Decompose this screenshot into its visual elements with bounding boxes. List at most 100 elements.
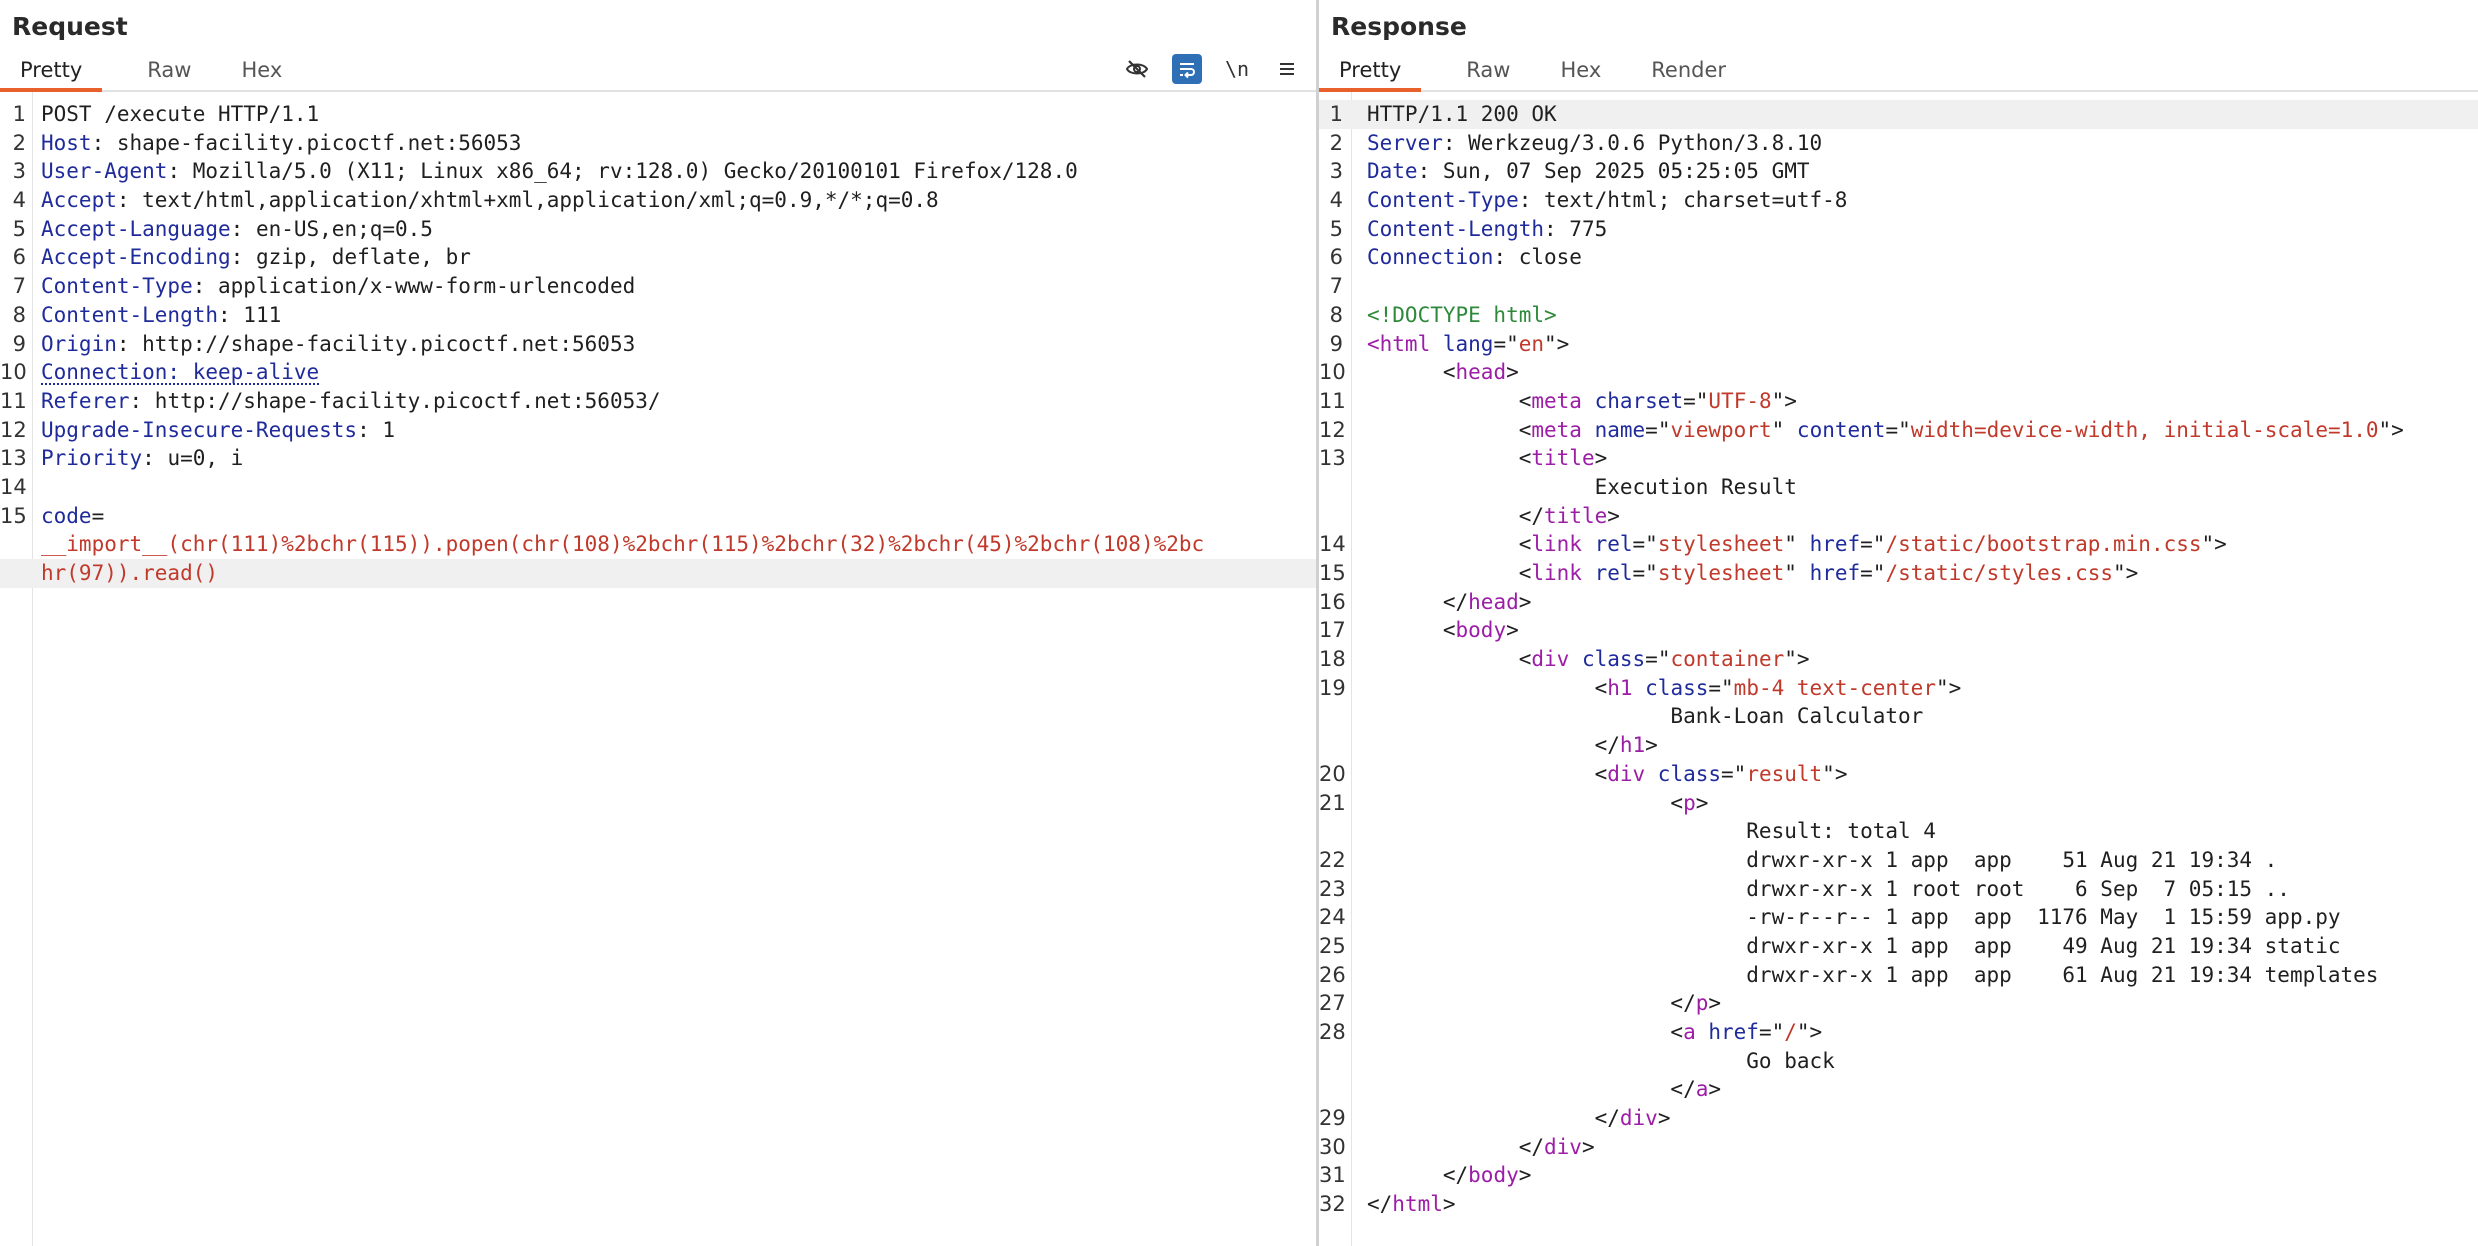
code-token: " (1784, 561, 1797, 585)
code-token: /static/bootstrap.min.css (1885, 532, 2202, 557)
code-token: body (1468, 1163, 1519, 1188)
line-number: 23 (1319, 876, 1346, 901)
line-number: 24 (1319, 905, 1346, 930)
line-text: <link rel="stylesheet" href="/static/sty… (1367, 559, 2139, 588)
code-token: > (1708, 1077, 1722, 1102)
response-tab-hex[interactable]: Hex (1560, 58, 1601, 90)
line-text: -rw-r--r-- 1 app app 1176 May 1 15:59 ap… (1367, 903, 2341, 932)
code-token: html (1392, 1192, 1443, 1217)
code-token: Connection: keep-alive (41, 360, 320, 385)
code-token: Priority (41, 446, 143, 471)
response-code-line: </title> (1319, 502, 2478, 531)
response-code-line: 19 <h1 class="mb-4 text-center"> (1319, 674, 2478, 703)
code-token: < (1367, 388, 1532, 413)
code-token: </ (1367, 503, 1545, 528)
show-newlines-icon[interactable]: \n (1222, 54, 1252, 84)
line-text: drwxr-xr-x 1 root root 6 Sep 7 05:15 .. (1367, 875, 2290, 904)
hide-eye-slash-icon[interactable] (1122, 54, 1152, 84)
request-tab-hex[interactable]: Hex (241, 58, 282, 90)
request-code-line: 2 Host: shape-facility.picoctf.net:56053 (0, 129, 1316, 158)
code-token: -rw-r--r-- 1 app app 1176 May 1 15:59 ap… (1367, 905, 2341, 930)
code-token: : Mozilla/5.0 (X11; Linux x86_64; rv:128… (167, 159, 1078, 184)
code-token: <html (1367, 331, 1431, 356)
line-number: 20 (1319, 761, 1346, 786)
code-token: a (1683, 1020, 1696, 1044)
line-number: 22 (1319, 847, 1346, 872)
code-token: stylesheet (1657, 532, 1785, 557)
line-text: Connection: close (1367, 243, 1582, 272)
code-token: UTF-8 (1708, 388, 1772, 413)
code-token: : Werkzeug/3.0.6 Python/3.8.10 (1442, 130, 1823, 155)
line-text: Content-Type: text/html; charset=utf-8 (1367, 186, 1847, 215)
response-code-line: 16 </head> (1319, 588, 2478, 617)
wrap-lines-icon[interactable] (1172, 54, 1202, 84)
hamburger-icon-svg (1280, 63, 1294, 75)
code-token: > (1594, 446, 1608, 471)
hamburger-menu-icon[interactable] (1272, 54, 1302, 84)
line-number: 25 (1319, 933, 1346, 958)
line-number: 21 (1319, 790, 1346, 815)
code-token: =" (1860, 532, 1886, 557)
request-code-line: hr(97)).read() (0, 559, 1316, 588)
line-number: 10 (1319, 360, 1346, 385)
response-tab-raw[interactable]: Raw (1466, 58, 1510, 90)
request-lines: 1 POST /execute HTTP/1.1 2 Host: shape-faci… (0, 100, 1316, 588)
code-token: drwxr-xr-x 1 app app 49 Aug 21 19:34 sta… (1367, 933, 2341, 958)
line-number: 2 (1329, 130, 1343, 155)
code-token: < (1367, 618, 1456, 643)
code-token: POST /execute HTTP/1.1 (41, 102, 320, 126)
code-token: div (1531, 647, 1570, 672)
line-number: 26 (1319, 962, 1346, 987)
code-token: h1 (1607, 675, 1633, 700)
code-token: > (1607, 503, 1620, 528)
line-number: 16 (1319, 589, 1346, 614)
line-number: 15 (1319, 561, 1346, 585)
code-token: : en-US,en;q=0.5 (230, 216, 433, 241)
response-tab-render[interactable]: Render (1651, 58, 1726, 90)
line-text: <p> (1367, 789, 1708, 818)
request-code-line: 6 Accept-Encoding: gzip, deflate, br (0, 243, 1316, 272)
line-number: 8 (12, 302, 26, 327)
code-token: < (1367, 446, 1532, 471)
response-code-line: 20 <div class="result"> (1319, 760, 2478, 789)
response-panel-title: Response (1331, 12, 1467, 41)
line-text: hr(97)).read() (41, 559, 218, 588)
response-tab-pretty[interactable]: Pretty (1319, 58, 1422, 92)
code-token: Referer (41, 388, 130, 413)
code-token: < (1367, 417, 1532, 442)
line-number: 9 (1329, 331, 1343, 356)
line-number: 15 (0, 503, 27, 528)
line-text: <!DOCTYPE html> (1367, 301, 1557, 330)
line-number: 7 (12, 274, 26, 299)
code-token: =" (1632, 532, 1658, 557)
code-token: viewport (1670, 417, 1772, 442)
line-text: <h1 class="mb-4 text-center"> (1367, 674, 1962, 703)
code-token: : shape-facility.picoctf.net:56053 (91, 130, 522, 155)
line-text: Server: Werkzeug/3.0.6 Python/3.8.10 (1367, 129, 1822, 158)
line-number: 5 (12, 216, 26, 241)
code-token: </ (1367, 1163, 1469, 1188)
request-tab-raw[interactable]: Raw (147, 58, 191, 90)
line-text: Content-Length: 775 (1367, 215, 1607, 244)
code-token: __import__(chr(111)%2bchr(115)).popen(ch… (41, 532, 1205, 557)
response-code-line: 5 Content-Length: 775 (1319, 215, 2478, 244)
request-code-line: 14 (0, 473, 1316, 502)
request-code-line: 7 Content-Type: application/x-www-form-ur… (0, 272, 1316, 301)
response-code-line: 4 Content-Type: text/html; charset=utf-8 (1319, 186, 2478, 215)
request-code-line: 11 Referer: http://shape-facility.picoctf… (0, 387, 1316, 416)
code-token: > (1506, 360, 1519, 385)
response-code-line: 17 <body> (1319, 616, 2478, 645)
line-text: Content-Type: application/x-www-form-url… (41, 272, 635, 301)
code-token: : u=0, i (142, 446, 244, 471)
response-lines: 1 HTTP/1.1 200 OK 2 Server: Werkzeug/3.0.6 … (1319, 100, 2478, 1219)
line-number: 6 (12, 245, 26, 270)
code-token: </ (1367, 991, 1696, 1016)
response-code-line: 3 Date: Sun, 07 Sep 2025 05:25:05 GMT (1319, 157, 2478, 186)
request-code-line: 1 POST /execute HTTP/1.1 (0, 100, 1316, 129)
code-token: link (1531, 532, 1582, 557)
line-number: 10 (0, 360, 27, 385)
code-token: > (1518, 1163, 1532, 1188)
request-tab-pretty[interactable]: Pretty (0, 58, 103, 92)
request-code-line: 9 Origin: http://shape-facility.picoctf.n… (0, 330, 1316, 359)
code-token: "> (1784, 647, 1810, 672)
